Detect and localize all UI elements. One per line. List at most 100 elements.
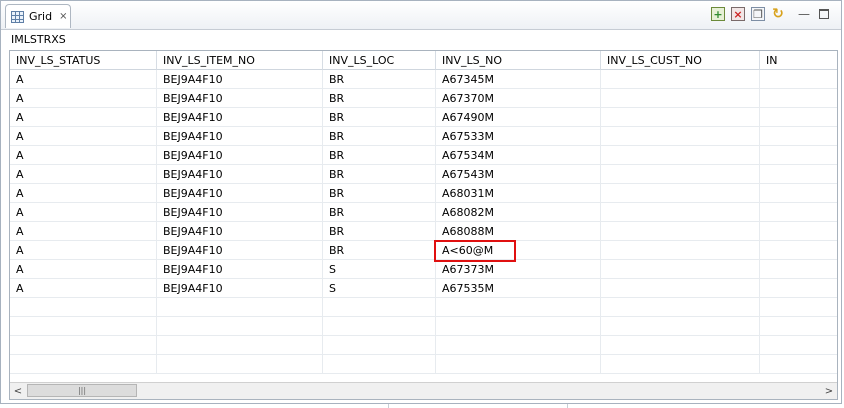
- grid-cell[interactable]: BEJ9A4F10: [157, 165, 323, 184]
- grid-cell[interactable]: A67490M: [436, 108, 601, 127]
- column-header[interactable]: INV_LS_CUST_NO: [601, 51, 760, 70]
- empty-cell[interactable]: [10, 355, 157, 374]
- grid-cell[interactable]: [760, 279, 837, 298]
- grid-cell[interactable]: BR: [323, 70, 436, 89]
- grid-cell[interactable]: A68082M: [436, 203, 601, 222]
- grid-cell[interactable]: [760, 260, 837, 279]
- empty-cell[interactable]: [157, 336, 323, 355]
- column-header[interactable]: INV_LS_ITEM_NO: [157, 51, 323, 70]
- grid-cell[interactable]: BR: [323, 146, 436, 165]
- grid-cell[interactable]: [601, 203, 760, 222]
- grid-cell[interactable]: [601, 70, 760, 89]
- empty-cell[interactable]: [601, 298, 760, 317]
- column-header[interactable]: IN: [760, 51, 837, 70]
- empty-cell[interactable]: [436, 355, 601, 374]
- copy-icon[interactable]: ❐: [751, 7, 765, 21]
- grid-cell[interactable]: BR: [323, 241, 436, 260]
- refresh-icon[interactable]: ↻: [771, 7, 785, 21]
- grid-cell[interactable]: [760, 241, 837, 260]
- grid-cell[interactable]: A: [10, 241, 157, 260]
- grid-cell[interactable]: BEJ9A4F10: [157, 203, 323, 222]
- empty-cell[interactable]: [760, 355, 837, 374]
- empty-cell[interactable]: [323, 336, 436, 355]
- grid-cell[interactable]: A: [10, 146, 157, 165]
- grid-cell[interactable]: A68031M: [436, 184, 601, 203]
- grid-cell[interactable]: A67533M: [436, 127, 601, 146]
- grid-cell[interactable]: BR: [323, 127, 436, 146]
- grid-cell[interactable]: A: [10, 127, 157, 146]
- column-header[interactable]: INV_LS_STATUS: [10, 51, 157, 70]
- grid-cell[interactable]: [601, 222, 760, 241]
- empty-cell[interactable]: [601, 336, 760, 355]
- grid-cell[interactable]: BEJ9A4F10: [157, 146, 323, 165]
- grid-cell[interactable]: A67543M: [436, 165, 601, 184]
- grid-cell[interactable]: A: [10, 184, 157, 203]
- grid-cell[interactable]: A67534M: [436, 146, 601, 165]
- grid-cell[interactable]: [601, 279, 760, 298]
- grid-cell[interactable]: A67373M: [436, 260, 601, 279]
- minimize-icon[interactable]: —: [797, 7, 811, 21]
- grid-cell[interactable]: [760, 222, 837, 241]
- grid-cell[interactable]: [760, 127, 837, 146]
- grid-cell[interactable]: BEJ9A4F10: [157, 127, 323, 146]
- empty-cell[interactable]: [436, 317, 601, 336]
- grid-cell[interactable]: A67370M: [436, 89, 601, 108]
- grid-cell[interactable]: [601, 146, 760, 165]
- grid-cell[interactable]: BEJ9A4F10: [157, 222, 323, 241]
- grid-cell[interactable]: BR: [323, 108, 436, 127]
- maximize-icon[interactable]: [819, 9, 829, 19]
- grid-cell[interactable]: [760, 165, 837, 184]
- grid-cell[interactable]: BR: [323, 165, 436, 184]
- grid-cell[interactable]: [601, 260, 760, 279]
- grid-cell[interactable]: A: [10, 279, 157, 298]
- grid-cell[interactable]: BEJ9A4F10: [157, 108, 323, 127]
- empty-cell[interactable]: [760, 336, 837, 355]
- column-header[interactable]: INV_LS_LOC: [323, 51, 436, 70]
- empty-cell[interactable]: [436, 336, 601, 355]
- empty-cell[interactable]: [323, 298, 436, 317]
- grid-cell[interactable]: BEJ9A4F10: [157, 279, 323, 298]
- grid-cell[interactable]: [760, 70, 837, 89]
- grid-cell[interactable]: BR: [323, 203, 436, 222]
- grid-cell[interactable]: S: [323, 260, 436, 279]
- grid-cell[interactable]: [601, 127, 760, 146]
- grid-cell[interactable]: A: [10, 222, 157, 241]
- grid-cell[interactable]: [601, 241, 760, 260]
- grid-cell[interactable]: A: [10, 108, 157, 127]
- empty-cell[interactable]: [760, 317, 837, 336]
- empty-cell[interactable]: [601, 355, 760, 374]
- grid-cell[interactable]: [601, 165, 760, 184]
- grid-cell[interactable]: BEJ9A4F10: [157, 241, 323, 260]
- column-header[interactable]: INV_LS_NO: [436, 51, 601, 70]
- scroll-thumb[interactable]: |||: [27, 384, 137, 397]
- grid-cell[interactable]: A<60@M: [436, 241, 601, 260]
- grid-cell[interactable]: A: [10, 89, 157, 108]
- grid-cell[interactable]: [760, 89, 837, 108]
- grid-cell[interactable]: [760, 108, 837, 127]
- grid-cell[interactable]: BR: [323, 89, 436, 108]
- close-icon[interactable]: ⨯: [59, 11, 67, 22]
- empty-cell[interactable]: [157, 355, 323, 374]
- empty-cell[interactable]: [323, 317, 436, 336]
- empty-cell[interactable]: [10, 317, 157, 336]
- grid-cell[interactable]: A: [10, 260, 157, 279]
- grid-cell[interactable]: [601, 108, 760, 127]
- grid-cell[interactable]: S: [323, 279, 436, 298]
- grid-cell[interactable]: BEJ9A4F10: [157, 260, 323, 279]
- grid-cell[interactable]: BEJ9A4F10: [157, 70, 323, 89]
- empty-cell[interactable]: [157, 317, 323, 336]
- empty-cell[interactable]: [436, 298, 601, 317]
- grid-cell[interactable]: BEJ9A4F10: [157, 184, 323, 203]
- add-row-icon[interactable]: +: [711, 7, 725, 21]
- grid-cell[interactable]: [760, 203, 837, 222]
- grid-cell[interactable]: BR: [323, 222, 436, 241]
- grid-cell[interactable]: A68088M: [436, 222, 601, 241]
- grid-cell[interactable]: [601, 184, 760, 203]
- grid-cell[interactable]: A67535M: [436, 279, 601, 298]
- grid-cell[interactable]: [760, 184, 837, 203]
- empty-cell[interactable]: [323, 355, 436, 374]
- horizontal-scrollbar[interactable]: < ||| >: [10, 382, 837, 399]
- grid-cell[interactable]: [601, 89, 760, 108]
- grid-cell[interactable]: A67345M: [436, 70, 601, 89]
- empty-cell[interactable]: [760, 298, 837, 317]
